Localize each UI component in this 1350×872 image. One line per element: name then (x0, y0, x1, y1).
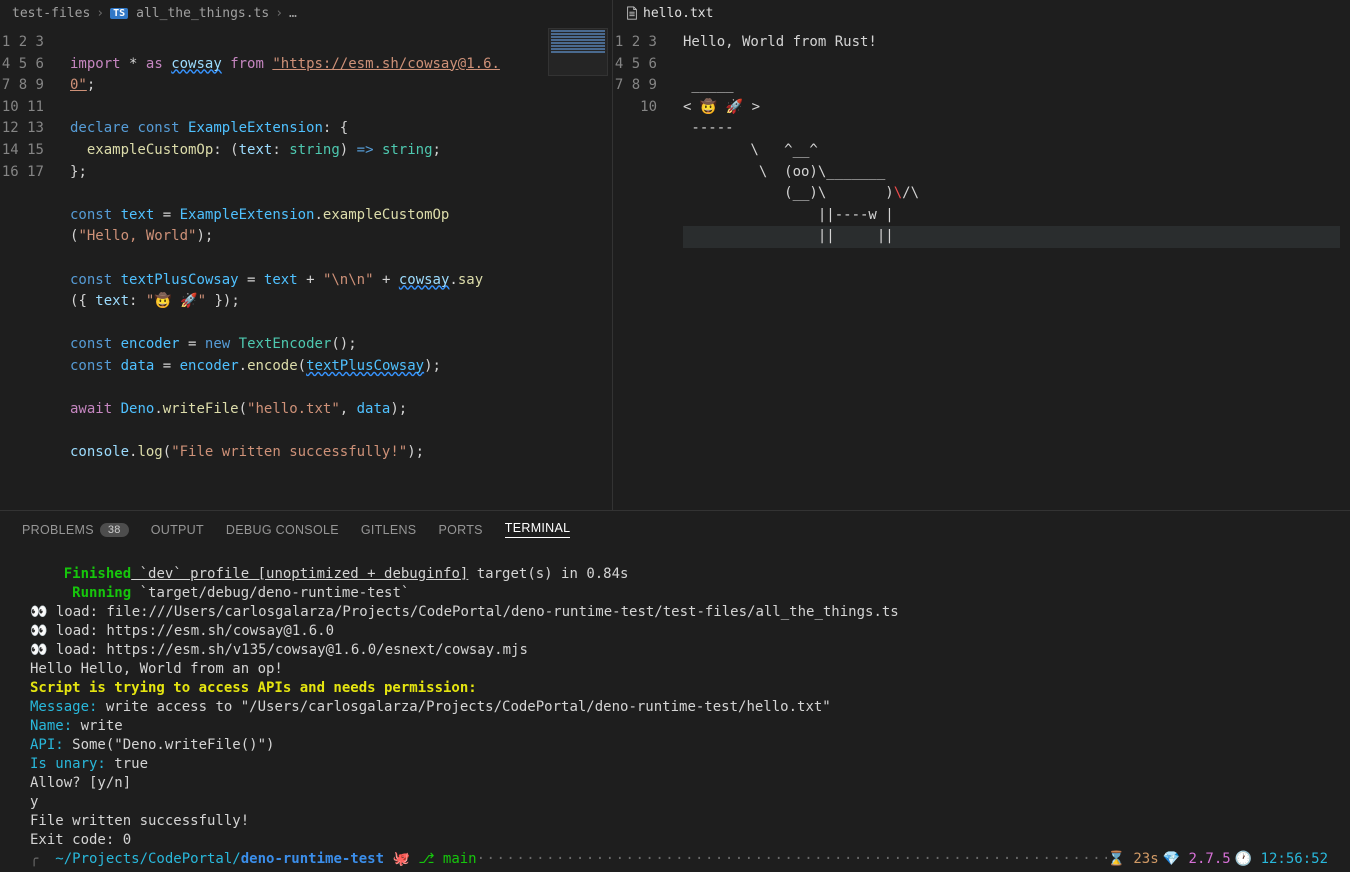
bottom-panel: PROBLEMS 38 OUTPUT DEBUG CONSOLE GITLENS… (0, 510, 1350, 872)
panel-tab-bar: PROBLEMS 38 OUTPUT DEBUG CONSOLE GITLENS… (0, 511, 1350, 544)
typescript-badge-icon: TS (110, 8, 128, 19)
chevron-right-icon: › (96, 6, 104, 21)
shell-prompt[interactable]: ╭ ~/Projects/CodePortal/deno-runtime-tes… (30, 850, 1328, 869)
terminal[interactable]: Finished `dev` profile [unoptimized + de… (0, 544, 1350, 872)
editor-tab[interactable]: hello.txt (625, 6, 713, 21)
tab-bar: hello.txt (613, 0, 1350, 26)
tab-problems[interactable]: PROBLEMS 38 (22, 523, 129, 537)
problems-count-badge: 38 (100, 523, 129, 537)
breadcrumb-ellipsis[interactable]: … (289, 6, 297, 21)
line-gutter: 1 2 3 4 5 6 7 8 9 10 11 12 13 14 15 16 1… (0, 26, 60, 510)
git-branch-icon: 🐙 ⎇ (384, 850, 443, 869)
tab-filename: hello.txt (643, 6, 713, 21)
hourglass-icon: ⌛ (1107, 851, 1133, 867)
tab-debug-console[interactable]: DEBUG CONSOLE (226, 523, 339, 537)
tab-output[interactable]: OUTPUT (151, 523, 204, 537)
chevron-right-icon: › (275, 6, 283, 21)
line-gutter: 1 2 3 4 5 6 7 8 9 10 (613, 26, 673, 510)
tab-ports[interactable]: PORTS (438, 523, 482, 537)
code-editor[interactable]: import * as cowsay from "https://esm.sh/… (60, 26, 612, 510)
text-viewer[interactable]: Hello, World from Rust! _____< 🤠 🚀 > ---… (673, 26, 1350, 510)
editor-right[interactable]: hello.txt 1 2 3 4 5 6 7 8 9 10 Hello, Wo… (613, 0, 1350, 510)
gem-icon: 💎 (1163, 851, 1189, 867)
file-icon (625, 6, 639, 20)
editor-left[interactable]: test-files › TS all_the_things.ts › … 1 … (0, 0, 613, 510)
breadcrumb-folder[interactable]: test-files (12, 6, 90, 21)
breadcrumb[interactable]: test-files › TS all_the_things.ts › … (0, 0, 612, 26)
tab-gitlens[interactable]: GITLENS (361, 523, 417, 537)
clock-icon: 🕐 (1235, 851, 1261, 867)
tab-terminal[interactable]: TERMINAL (505, 521, 571, 538)
minimap[interactable] (548, 28, 608, 76)
breadcrumb-file[interactable]: all_the_things.ts (136, 6, 269, 21)
